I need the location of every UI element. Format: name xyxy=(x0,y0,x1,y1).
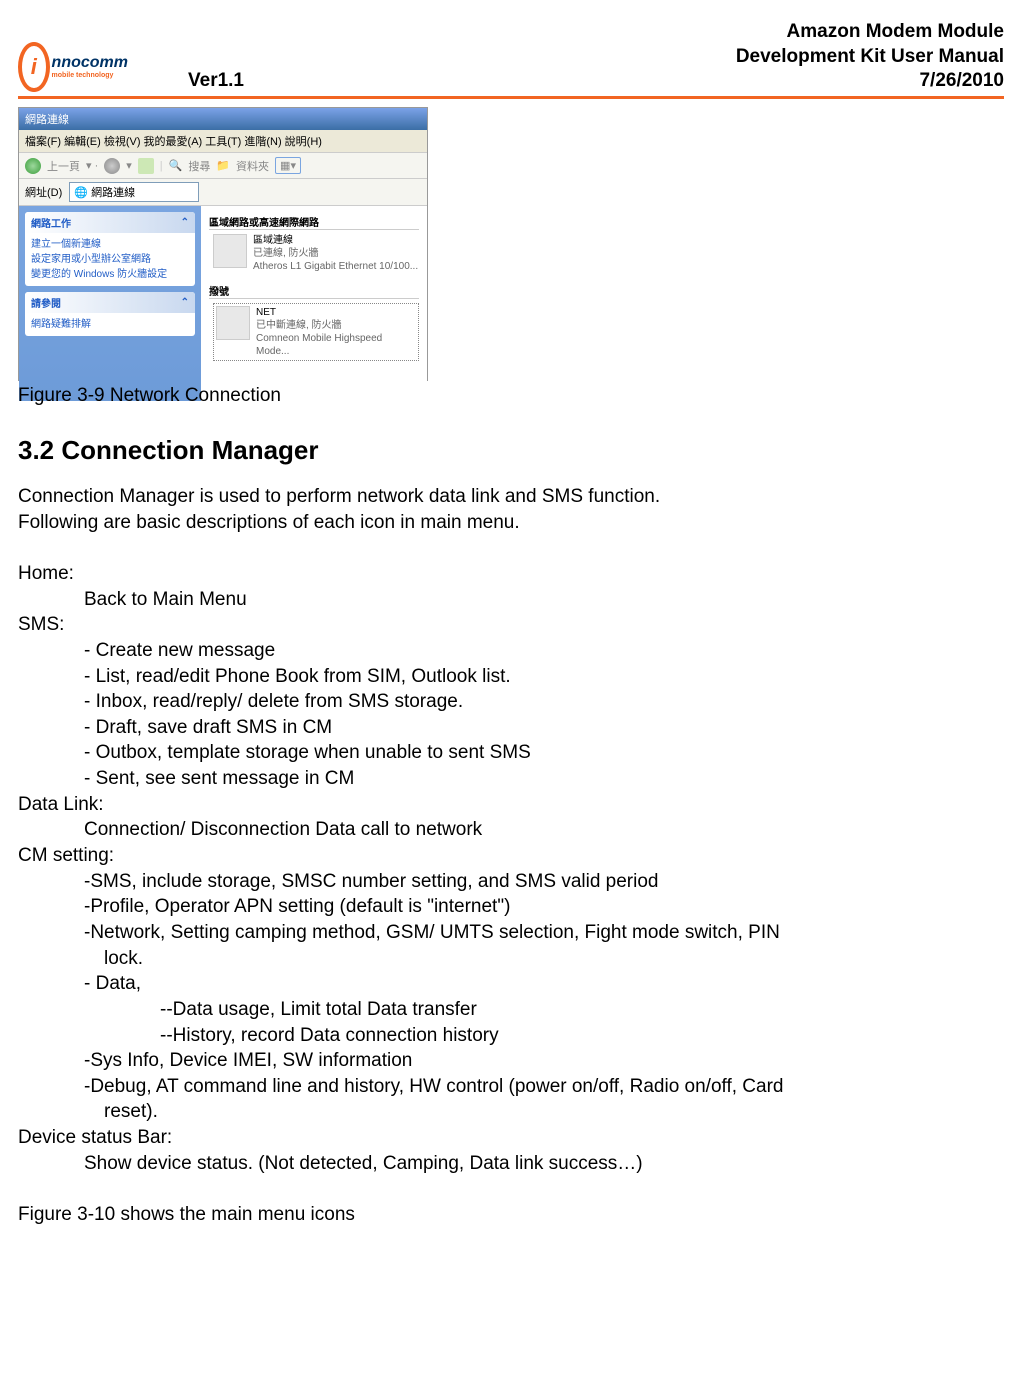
lan-icon xyxy=(213,234,247,268)
home-label: Home: xyxy=(18,561,1004,587)
seealso-item: 網路疑難排解 xyxy=(31,317,189,332)
back-label: 上一頁 xyxy=(47,158,80,174)
panel-title: 網路工作 xyxy=(31,215,71,230)
figure-caption: Figure 3-9 Network Connection xyxy=(18,385,1004,407)
address-icon: 🌐 xyxy=(74,187,88,199)
intro-line: Connection Manager is used to perform ne… xyxy=(18,484,1004,510)
closing-line: Figure 3-10 shows the main menu icons xyxy=(18,1202,1004,1228)
connection-item-lan: 區域連線 已連線, 防火牆 Atheros L1 Gigabit Etherne… xyxy=(213,234,419,273)
panel-title: 請參閱 xyxy=(31,295,61,310)
sidebar-panel-tasks: 網路工作 ⌃ 建立一個新連線 設定家用或小型辦公室網路 變更您的 Windows… xyxy=(25,212,195,286)
section-title-lan: 區域網路或高速網際網路 xyxy=(209,214,419,230)
search-icon: 🔍 xyxy=(169,159,183,172)
doc-title-line2: Development Kit User Manual xyxy=(736,45,1004,70)
sms-item: - Create new message xyxy=(84,638,1004,664)
cmsetting-item-cont: reset). xyxy=(104,1099,1004,1125)
datalink-desc: Connection/ Disconnection Data call to n… xyxy=(84,817,1004,843)
cmsetting-item: -Profile, Operator APN setting (default … xyxy=(84,894,1004,920)
doc-title-line1: Amazon Modem Module xyxy=(736,20,1004,45)
logo: i nnocomm mobile technology xyxy=(18,39,128,94)
window-menubar: 檔案(F) 編輯(E) 檢視(V) 我的最愛(A) 工具(T) 進階(N) 說明… xyxy=(19,130,427,153)
address-value: 網路連線 xyxy=(91,187,135,199)
search-label: 搜尋 xyxy=(188,158,210,174)
folders-icon: 📁 xyxy=(216,159,230,172)
home-desc: Back to Main Menu xyxy=(84,587,1004,613)
task-item: 建立一個新連線 xyxy=(31,237,189,252)
sms-item: - Outbox, template storage when unable t… xyxy=(84,740,1004,766)
views-icon: ▦▾ xyxy=(275,157,301,174)
sms-item: - Draft, save draft SMS in CM xyxy=(84,715,1004,741)
logo-icon: i xyxy=(18,42,50,92)
cmsetting-subitem: --History, record Data connection histor… xyxy=(160,1023,1004,1049)
version-label: Ver1.1 xyxy=(188,70,244,92)
cmsetting-item: -Network, Setting camping method, GSM/ U… xyxy=(84,920,1004,946)
up-icon xyxy=(138,158,154,174)
cmsetting-item: -Debug, AT command line and history, HW … xyxy=(84,1074,1004,1100)
sms-item: - List, read/edit Phone Book from SIM, O… xyxy=(84,664,1004,690)
intro-line: Following are basic descriptions of each… xyxy=(18,510,1004,536)
task-item: 設定家用或小型辦公室網路 xyxy=(31,252,189,267)
conn-device: Atheros L1 Gigabit Ethernet 10/100... xyxy=(253,260,418,273)
logo-subtext: mobile technology xyxy=(52,72,128,79)
address-label: 網址(D) xyxy=(25,187,62,199)
network-connection-screenshot: 網路連線 檔案(F) 編輯(E) 檢視(V) 我的最愛(A) 工具(T) 進階(… xyxy=(18,107,428,381)
sidebar-panel-seealso: 請參閱 ⌃ 網路疑難排解 xyxy=(25,292,195,336)
window-addressbar: 網址(D) 🌐 網路連線 xyxy=(19,179,427,206)
page-header: i nnocomm mobile technology Ver1.1 Amazo… xyxy=(18,20,1004,99)
doc-date: 7/26/2010 xyxy=(736,69,1004,94)
datalink-label: Data Link: xyxy=(18,792,1004,818)
window-titlebar: 網路連線 xyxy=(19,108,427,130)
conn-name: 區域連線 xyxy=(253,234,418,247)
window-toolbar: 上一頁 ▾ · ▾ | 🔍 搜尋 📁 資料夾 ▦▾ xyxy=(19,153,427,179)
sidebar: 網路工作 ⌃ 建立一個新連線 設定家用或小型辦公室網路 變更您的 Windows… xyxy=(19,206,201,401)
devicestatus-label: Device status Bar: xyxy=(18,1125,1004,1151)
sms-item: - Inbox, read/reply/ delete from SMS sto… xyxy=(84,689,1004,715)
cmsetting-item-cont: lock. xyxy=(104,946,1004,972)
conn-status: 已中斷連線, 防火牆 xyxy=(256,319,416,332)
cmsetting-item: -Sys Info, Device IMEI, SW information xyxy=(84,1048,1004,1074)
cmsetting-item: -SMS, include storage, SMSC number setti… xyxy=(84,869,1004,895)
sms-label: SMS: xyxy=(18,612,1004,638)
devicestatus-desc: Show device status. (Not detected, Campi… xyxy=(84,1151,1004,1177)
cmsetting-item: - Data, xyxy=(84,971,1004,997)
header-left: i nnocomm mobile technology Ver1.1 xyxy=(18,39,244,94)
cmsetting-label: CM setting: xyxy=(18,843,1004,869)
cmsetting-subitem: --Data usage, Limit total Data transfer xyxy=(160,997,1004,1023)
section-heading: 3.2 Connection Manager xyxy=(18,435,1004,466)
window-title: 網路連線 xyxy=(25,114,69,126)
connection-item-net: NET 已中斷連線, 防火牆 Comneon Mobile Highspeed … xyxy=(213,303,419,361)
conn-status: 已連線, 防火牆 xyxy=(253,247,418,260)
sms-item: - Sent, see sent message in CM xyxy=(84,766,1004,792)
body-content: Connection Manager is used to perform ne… xyxy=(18,484,1004,1228)
forward-icon xyxy=(104,158,120,174)
section-title-dialup: 撥號 xyxy=(209,283,419,299)
collapse-icon: ⌃ xyxy=(181,217,189,228)
conn-name: NET xyxy=(256,306,416,319)
dialup-icon xyxy=(216,306,250,340)
main-pane: 區域網路或高速網際網路 區域連線 已連線, 防火牆 Atheros L1 Gig… xyxy=(201,206,427,401)
conn-device: Comneon Mobile Highspeed Mode... xyxy=(256,332,416,358)
logo-name: nnocomm xyxy=(52,54,128,72)
collapse-icon: ⌃ xyxy=(181,297,189,308)
back-icon xyxy=(25,158,41,174)
folders-label: 資料夾 xyxy=(236,158,269,174)
task-item: 變更您的 Windows 防火牆設定 xyxy=(31,267,189,282)
header-right: Amazon Modem Module Development Kit User… xyxy=(736,20,1004,94)
